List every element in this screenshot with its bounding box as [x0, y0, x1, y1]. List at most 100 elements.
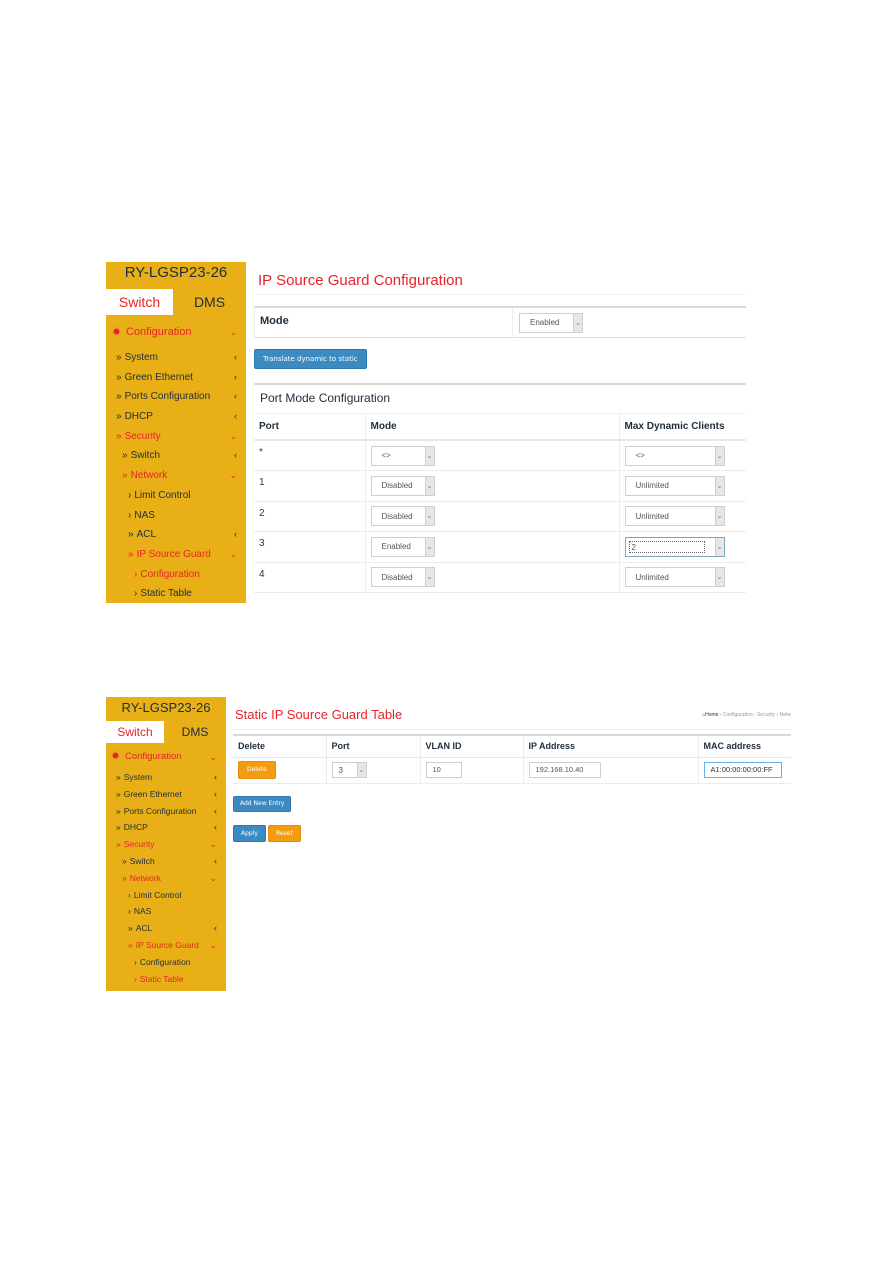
breadcrumb-configuration[interactable]: Configuration — [723, 712, 753, 718]
port-cell: * — [254, 440, 365, 471]
double-chevron-icon: » — [122, 470, 128, 482]
max-clients-select[interactable]: Unlimited ⌄ — [624, 475, 725, 496]
chevron-left-icon: ‹ — [234, 411, 237, 422]
sidebar-item-security-switch[interactable]: » Switch ‹ — [106, 446, 246, 466]
sidebar-item-dhcp[interactable]: » DHCP ‹ — [106, 407, 246, 427]
tab-switch[interactable]: Switch — [106, 289, 173, 315]
section-title: Port Mode Configuration — [254, 385, 746, 414]
table-header-row: Port Mode Max Dynamic Clients — [254, 414, 746, 441]
delete-cell: Delete — [233, 757, 326, 784]
breadcrumb-security[interactable]: Security — [757, 712, 775, 718]
column-header-max-dynamic-clients: Max Dynamic Clients — [618, 414, 746, 441]
sidebar-item-network[interactable]: » Network ⌄ — [106, 870, 226, 887]
max-clients-select[interactable]: Unlimited ⌄ — [624, 506, 725, 527]
sidebar-item-dhcp[interactable]: » DHCP ‹ — [106, 819, 226, 836]
ip-address-cell: 192.168.10.40 — [522, 757, 698, 784]
chevron-right-icon: › — [134, 973, 137, 984]
chevron-down-icon: ⌄ — [714, 507, 724, 526]
table-row: 2 Disabled ⌄ Unlimited ⌄ — [254, 501, 746, 532]
sidebar-item-security[interactable]: » Security ⌄ — [106, 427, 246, 447]
mode-select-value: Enabled — [530, 318, 560, 327]
mode-cell: Disabled ⌄ — [364, 470, 619, 502]
chevron-left-icon: ‹ — [234, 391, 237, 402]
tab-dms[interactable]: DMS — [164, 721, 226, 743]
port-select[interactable]: 3 ⌄ — [331, 762, 367, 778]
sidebar-item-limit-control[interactable]: › Limit Control — [106, 486, 246, 506]
column-header-vlan-id: VLAN ID — [419, 735, 523, 758]
sidebar-item-acl[interactable]: » ACL ‹ — [106, 920, 226, 937]
sidebar-item-limit-control[interactable]: › Limit Control — [106, 887, 226, 904]
sidebar-item-ip-source-guard[interactable]: » IP Source Guard ⌄ — [106, 545, 246, 565]
double-chevron-icon: » — [116, 839, 121, 850]
breadcrumb-home[interactable]: Home — [705, 712, 718, 718]
double-chevron-icon: » — [116, 772, 121, 782]
double-chevron-icon: » — [116, 788, 121, 799]
mac-address-cell: A1:00:00:00:00:FF — [697, 757, 791, 784]
double-chevron-icon: » — [128, 939, 133, 950]
chevron-left-icon: ‹ — [234, 352, 237, 362]
add-new-entry-button[interactable]: Add New Entry — [233, 795, 292, 812]
sidebar-item-acl[interactable]: » ACL ‹ — [106, 525, 246, 545]
double-chevron-icon: » — [122, 450, 128, 462]
chevron-down-icon: ⌄ — [229, 430, 237, 441]
chevron-right-icon: › — [134, 568, 138, 580]
chevron-down-icon: ⌄ — [424, 446, 434, 465]
column-header-mac-address: MAC address — [697, 735, 791, 758]
reset-button[interactable]: Reset — [267, 824, 301, 842]
double-chevron-icon: » — [122, 872, 127, 883]
mac-address-input[interactable]: A1:00:00:00:00:FF — [703, 762, 782, 778]
max-clients-select-focused[interactable]: 2 ⌄ — [624, 536, 725, 557]
sidebar-item-nas[interactable]: › NAS — [106, 903, 226, 920]
sidebar-item-ports-configuration[interactable]: » Ports Configuration ‹ — [106, 387, 246, 407]
sidebar-item-ports-configuration[interactable]: » Ports Configuration ‹ — [106, 803, 226, 820]
tab-switch[interactable]: Switch — [106, 721, 164, 743]
double-chevron-icon: » — [116, 430, 122, 442]
translate-dynamic-to-static-button[interactable]: Translate dynamic to static — [254, 349, 367, 369]
max-clients-cell: Unlimited ⌄ — [618, 501, 746, 532]
sidebar-item-security-switch[interactable]: » Switch ‹ — [106, 853, 226, 870]
sidebar-item-ip-source-guard[interactable]: » IP Source Guard ⌄ — [106, 937, 226, 954]
sidebar-item-configuration[interactable]: Configuration ⌄ — [106, 746, 226, 768]
sidebar-item-static-table[interactable]: › Static Table — [106, 971, 226, 988]
max-clients-select[interactable]: Unlimited ⌄ — [624, 567, 725, 588]
port-mode-select[interactable]: <> ⌄ — [370, 445, 435, 466]
chevron-right-icon: › — [128, 489, 132, 501]
chevron-down-icon: ⌄ — [229, 327, 237, 337]
delete-button[interactable]: Delete — [238, 761, 276, 779]
sidebar-item-configuration[interactable]: Configuration ⌄ — [106, 319, 246, 345]
sidebar-item-isg-configuration[interactable]: › Configuration — [106, 954, 226, 971]
sidebar-item-nas[interactable]: › NAS — [106, 506, 246, 526]
port-mode-select[interactable]: Enabled ⌄ — [370, 536, 435, 557]
chevron-right-icon: › — [128, 889, 131, 900]
main-content: Static IP Source Guard Table ⌂Home › Con… — [233, 697, 791, 991]
breadcrumb-network[interactable]: Netw — [780, 712, 791, 718]
sidebar-item-static-table[interactable]: › Static Table — [106, 584, 246, 603]
double-chevron-icon: » — [116, 391, 122, 403]
sidebar-item-network[interactable]: » Network ⌄ — [106, 466, 246, 486]
table-row: 1 Disabled ⌄ Unlimited ⌄ — [254, 470, 746, 502]
sidebar-item-system[interactable]: » System ‹ — [106, 769, 226, 786]
port-mode-select[interactable]: Disabled ⌄ — [370, 567, 435, 588]
ip-address-input[interactable]: 192.168.10.40 — [528, 762, 601, 778]
sidebar-item-security[interactable]: » Security ⌄ — [106, 836, 226, 853]
table-row: * <> ⌄ <> ⌄ — [254, 440, 746, 471]
sidebar-item-system[interactable]: » System ‹ — [106, 348, 246, 368]
port-mode-select[interactable]: Disabled ⌄ — [370, 475, 435, 496]
chevron-down-icon: ⌄ — [424, 476, 434, 495]
double-chevron-icon: » — [116, 805, 121, 816]
tab-dms[interactable]: DMS — [173, 289, 246, 315]
sidebar-item-green-ethernet[interactable]: » Green Ethernet ‹ — [106, 786, 226, 803]
sidebar: RY-LGSP23-26 Switch DMS Configuration ⌄ … — [106, 697, 226, 991]
vlan-id-cell: 10 — [419, 757, 523, 784]
mode-select[interactable]: Enabled ⌄ — [519, 312, 583, 333]
chevron-down-icon: ⌄ — [424, 507, 434, 526]
mode-cell: Disabled ⌄ — [364, 562, 619, 593]
port-mode-select[interactable]: Disabled ⌄ — [370, 506, 435, 527]
sidebar-item-green-ethernet[interactable]: » Green Ethernet ‹ — [106, 368, 246, 388]
port-cell: 4 — [254, 562, 365, 593]
vlan-id-input[interactable]: 10 — [425, 762, 462, 778]
max-clients-select[interactable]: <> ⌄ — [624, 445, 725, 466]
apply-button[interactable]: Apply — [233, 824, 266, 842]
sidebar-item-isg-configuration[interactable]: › Configuration — [106, 565, 246, 585]
breadcrumb: ⌂Home › Configuration › Security › Netw — [702, 712, 791, 718]
